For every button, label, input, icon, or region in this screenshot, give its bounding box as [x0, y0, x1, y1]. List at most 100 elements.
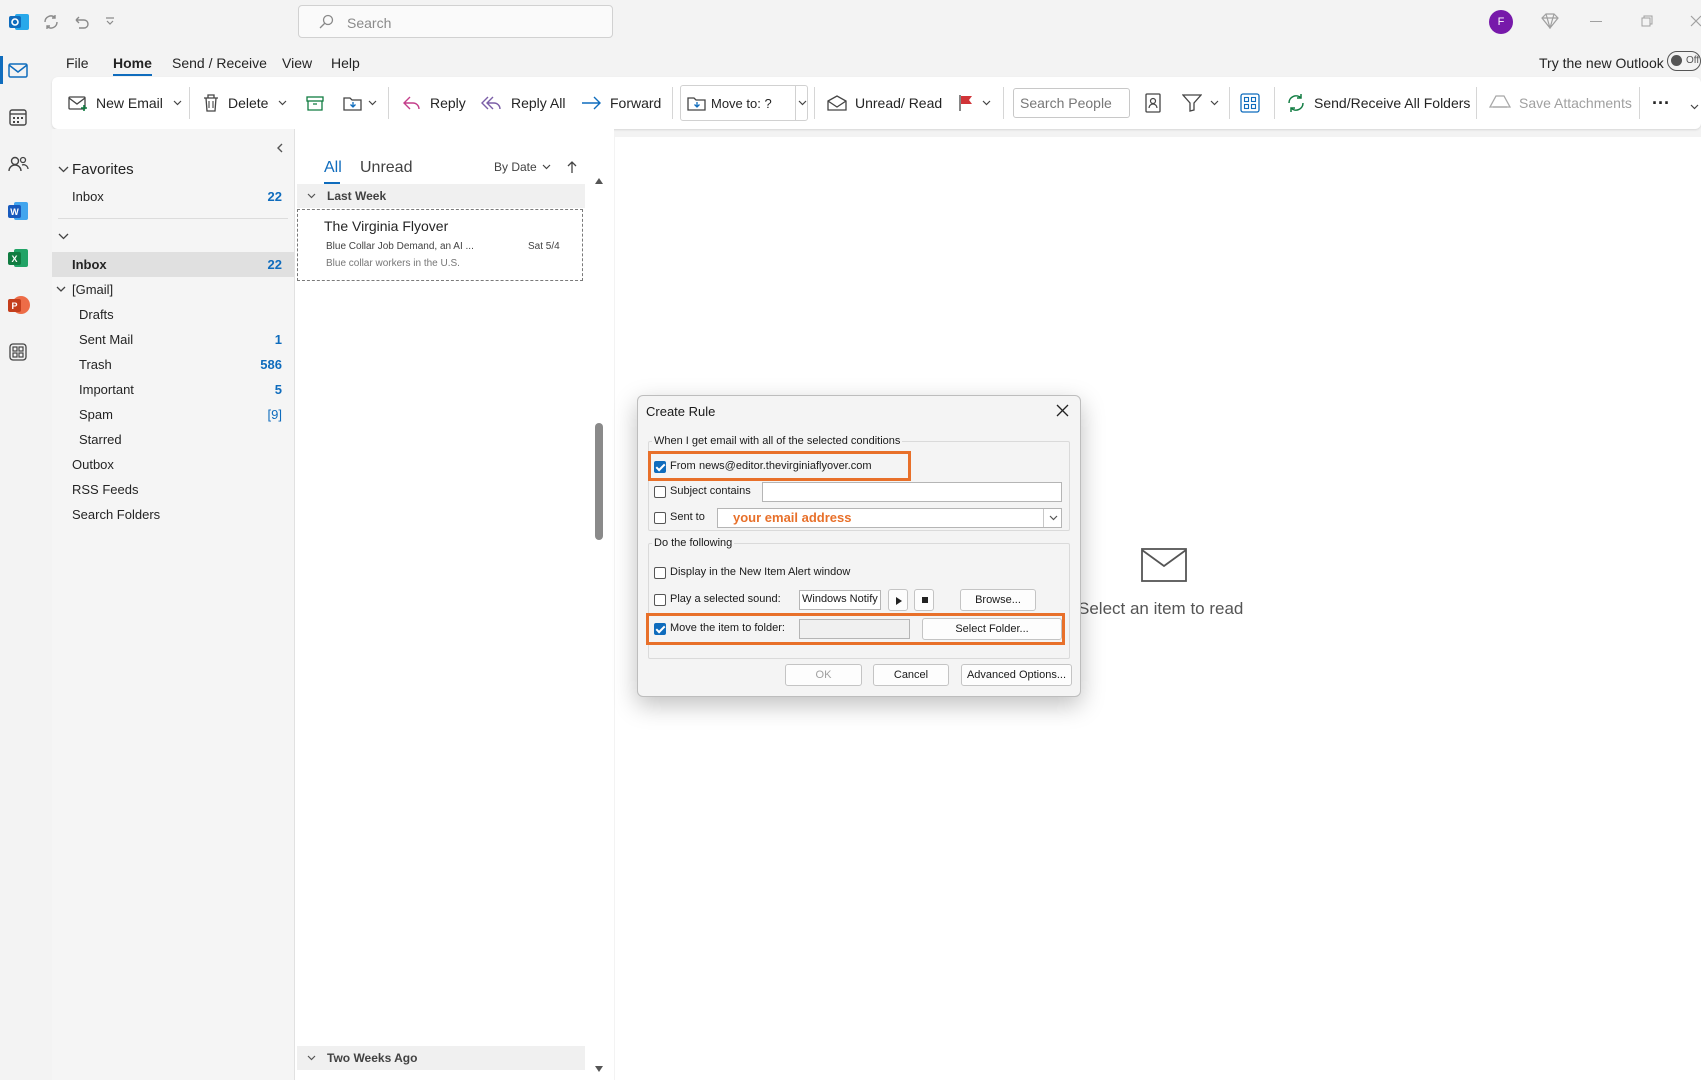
- search-people-input[interactable]: Search People: [1013, 88, 1130, 118]
- chevron-down-icon[interactable]: [56, 286, 66, 293]
- folder-item-rss-feeds[interactable]: RSS Feeds: [52, 477, 294, 502]
- folder-item-drafts[interactable]: Drafts: [52, 302, 294, 327]
- mail-icon[interactable]: [4, 56, 32, 84]
- play-sound-checkbox[interactable]: [654, 594, 666, 606]
- apps-icon[interactable]: [4, 338, 32, 366]
- chevron-down-icon[interactable]: [278, 100, 287, 106]
- word-icon[interactable]: W: [4, 197, 32, 225]
- tab-unread[interactable]: Unread: [360, 159, 412, 177]
- flag-button[interactable]: [958, 77, 991, 129]
- tab-home[interactable]: Home: [113, 55, 152, 76]
- move-button[interactable]: [342, 77, 377, 129]
- tab-help[interactable]: Help: [331, 55, 360, 71]
- move-to-quickstep[interactable]: Move to: ?: [680, 85, 808, 121]
- reply-all-icon: [481, 94, 503, 112]
- forward-icon: [580, 94, 602, 112]
- folder-item-gmail[interactable]: [Gmail]: [52, 277, 294, 302]
- folder-item-spam[interactable]: Spam [9]: [52, 402, 294, 427]
- ribbon-collapse-chevron-icon[interactable]: [1690, 104, 1699, 110]
- sent-to-dropdown[interactable]: your email address: [717, 508, 1062, 528]
- message-item[interactable]: The Virginia Flyover Blue Collar Job Dem…: [297, 209, 583, 281]
- delete-button[interactable]: Delete: [202, 77, 287, 129]
- folder-item-starred[interactable]: Starred: [52, 427, 294, 452]
- save-attachments-button[interactable]: Save Attachments: [1489, 77, 1632, 129]
- tab-send-receive[interactable]: Send / Receive: [172, 55, 267, 71]
- new-email-button[interactable]: New Email: [68, 77, 182, 129]
- sound-file-input[interactable]: Windows Notify Email.: [799, 590, 881, 610]
- premium-diamond-icon[interactable]: [1541, 13, 1559, 29]
- unread-read-button[interactable]: Unread/ Read: [827, 77, 942, 129]
- folder-item-outbox[interactable]: Outbox: [52, 452, 294, 477]
- close-window-icon[interactable]: [1690, 15, 1701, 27]
- folder-item-sent-mail[interactable]: Sent Mail 1: [52, 327, 294, 352]
- message-list-scrollbar[interactable]: [592, 177, 606, 1077]
- ribbon-divider: [1274, 87, 1275, 119]
- chevron-down-icon[interactable]: [173, 100, 182, 106]
- address-book-icon: [1144, 93, 1162, 113]
- chevron-down-icon[interactable]: [798, 100, 807, 106]
- chevron-down-icon[interactable]: [1049, 515, 1058, 521]
- send-receive-all-button[interactable]: Send/Receive All Folders: [1286, 77, 1470, 129]
- reply-icon: [402, 94, 422, 112]
- more-options-button[interactable]: ···: [1652, 77, 1670, 129]
- apps-button[interactable]: [1240, 77, 1260, 129]
- folder-item-inbox[interactable]: Inbox 22: [52, 252, 294, 277]
- sync-icon[interactable]: [42, 13, 60, 31]
- calendar-icon[interactable]: [4, 103, 32, 131]
- new-outlook-toggle[interactable]: Off: [1667, 51, 1701, 71]
- grid-apps-icon: [1240, 93, 1260, 113]
- display-alert-checkbox[interactable]: [654, 567, 666, 579]
- restore-icon[interactable]: [1641, 15, 1653, 27]
- collapse-pane-icon[interactable]: [276, 143, 283, 153]
- ok-button[interactable]: OK: [785, 664, 862, 686]
- chevron-down-icon[interactable]: [982, 100, 991, 106]
- folder-item-important[interactable]: Important 5: [52, 377, 294, 402]
- favorite-item-inbox[interactable]: Inbox 22: [52, 184, 294, 209]
- group-header-last-week[interactable]: Last Week: [297, 184, 585, 208]
- browse-button[interactable]: Browse...: [960, 589, 1036, 611]
- ribbon-divider: [1003, 87, 1004, 119]
- tab-all[interactable]: All: [324, 159, 342, 177]
- archive-button[interactable]: [305, 77, 325, 129]
- toggle-knob: [1671, 55, 1682, 66]
- sent-to-checkbox[interactable]: [654, 512, 666, 524]
- reply-button[interactable]: Reply: [402, 77, 466, 129]
- filter-email-button[interactable]: [1182, 77, 1219, 129]
- forward-button[interactable]: Forward: [580, 77, 661, 129]
- tab-file[interactable]: File: [66, 55, 89, 71]
- scroll-up-arrow-icon[interactable]: [594, 177, 604, 185]
- ribbon-divider: [1639, 87, 1640, 119]
- minimize-icon[interactable]: [1590, 21, 1602, 22]
- from-highlight-box: [648, 451, 911, 481]
- group-header-two-weeks-ago[interactable]: Two Weeks Ago: [297, 1046, 585, 1070]
- stop-sound-button[interactable]: [914, 589, 934, 611]
- favorites-header[interactable]: Favorites: [72, 161, 134, 178]
- excel-icon[interactable]: X: [4, 244, 32, 272]
- play-sound-button[interactable]: [888, 589, 908, 611]
- sort-direction-arrow-icon[interactable]: [567, 160, 577, 174]
- chevron-down-icon[interactable]: [58, 166, 69, 173]
- powerpoint-icon[interactable]: P: [4, 291, 32, 319]
- chevron-down-icon[interactable]: [58, 233, 69, 240]
- search-input[interactable]: Search: [298, 5, 613, 38]
- advanced-options-button[interactable]: Advanced Options...: [961, 664, 1072, 686]
- chevron-down-icon[interactable]: [1210, 100, 1219, 106]
- close-icon[interactable]: [1056, 404, 1069, 417]
- cancel-button[interactable]: Cancel: [873, 664, 949, 686]
- folder-item-trash[interactable]: Trash 586: [52, 352, 294, 377]
- subject-contains-checkbox[interactable]: [654, 486, 666, 498]
- people-icon[interactable]: [4, 150, 32, 178]
- tab-view[interactable]: View: [282, 55, 312, 71]
- address-book-button[interactable]: [1144, 77, 1162, 129]
- scroll-down-arrow-icon[interactable]: [594, 1065, 604, 1073]
- folder-item-search-folders[interactable]: Search Folders: [52, 502, 294, 527]
- scrollbar-thumb[interactable]: [595, 423, 603, 540]
- undo-icon[interactable]: [72, 13, 90, 31]
- sort-by-date[interactable]: By Date: [494, 160, 551, 174]
- subject-contains-input[interactable]: [762, 482, 1062, 502]
- avatar[interactable]: F: [1489, 10, 1513, 34]
- reply-all-button[interactable]: Reply All: [481, 77, 565, 129]
- chevron-down-icon[interactable]: [368, 100, 377, 106]
- dropdown-divider: [1043, 509, 1044, 527]
- quick-access-dropdown-icon[interactable]: [105, 17, 115, 25]
